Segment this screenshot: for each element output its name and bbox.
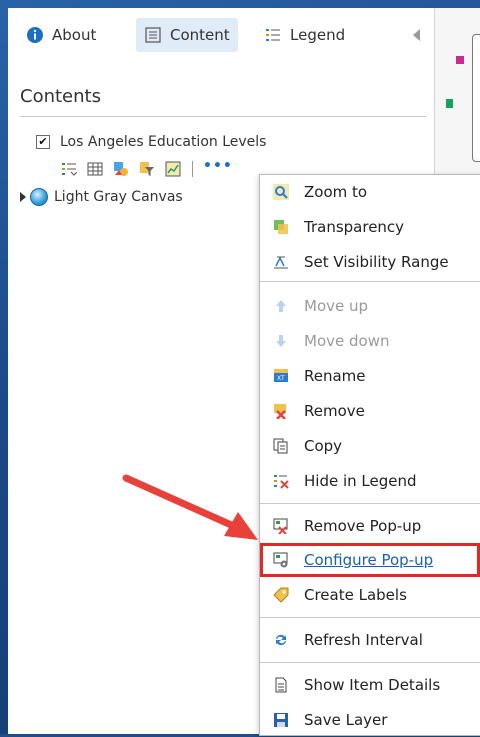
menu-item-label: Zoom to (304, 183, 368, 201)
rename-icon: XT (272, 367, 290, 385)
tab-legend[interactable]: Legend (264, 18, 345, 52)
map-feature (456, 56, 464, 64)
attribute-table-icon[interactable] (86, 160, 104, 178)
menu-item-label: Configure Pop-up (304, 551, 434, 569)
menu-item-zoom-to[interactable]: Zoom to (260, 175, 480, 209)
collapse-panel-icon[interactable] (413, 29, 420, 41)
menu-item-show-item-details[interactable]: Show Item Details (260, 668, 480, 702)
basemap-item[interactable]: Light Gray Canvas (20, 188, 183, 206)
layer-toolbar: ••• (60, 158, 233, 180)
menu-item-transparency[interactable]: Transparency (260, 210, 480, 244)
map-feature (446, 99, 453, 108)
menu-item-hide-in-legend[interactable]: Hide in Legend (260, 464, 480, 498)
filter-icon[interactable] (138, 160, 156, 178)
menu-item-label: Rename (304, 367, 366, 385)
menu-item-label: Hide in Legend (304, 472, 417, 490)
menu-separator (260, 662, 480, 663)
red-pointer-arrow-icon (122, 474, 258, 540)
configure-popup-icon (272, 551, 290, 569)
menu-item-label: Show Item Details (304, 676, 441, 694)
show-legend-icon[interactable] (60, 160, 78, 178)
legend-icon (264, 26, 282, 44)
transparency-icon (272, 218, 290, 236)
svg-text:XT: XT (277, 375, 285, 382)
menu-item-label: Move down (304, 332, 390, 350)
hide-in-legend-icon (272, 472, 290, 490)
menu-separator (260, 281, 480, 282)
refresh-icon (272, 631, 290, 649)
layer-context-menu: Zoom to Transparency Set Visibility Rang… (259, 174, 480, 736)
tab-legend-label: Legend (290, 26, 346, 44)
info-icon (26, 26, 44, 44)
menu-item-label: Save Layer (304, 711, 388, 729)
change-style-icon[interactable] (112, 160, 130, 178)
arrow-up-icon (272, 297, 290, 315)
globe-icon (30, 188, 48, 206)
map-popup-edge (472, 34, 480, 162)
menu-item-label: Remove (304, 402, 365, 420)
basemap-name[interactable]: Light Gray Canvas (54, 189, 183, 205)
menu-item-label: Refresh Interval (304, 631, 423, 649)
menu-item-move-up[interactable]: Move up (260, 289, 480, 323)
zoom-to-icon (272, 183, 290, 201)
menu-item-set-visibility-range[interactable]: Set Visibility Range (260, 245, 480, 279)
copy-icon (272, 437, 290, 455)
menu-item-label: Set Visibility Range (304, 253, 449, 271)
save-icon (272, 711, 290, 729)
expand-icon[interactable] (20, 192, 26, 202)
layer-name[interactable]: Los Angeles Education Levels (60, 134, 266, 150)
menu-item-label: Remove Pop-up (304, 517, 422, 535)
layer-item[interactable]: ✔ Los Angeles Education Levels (36, 134, 266, 150)
layer-visibility-checkbox[interactable]: ✔ (36, 135, 50, 149)
tab-content-label: Content (170, 26, 230, 44)
menu-item-rename[interactable]: XT Rename (260, 359, 480, 393)
menu-item-label: Create Labels (304, 586, 407, 604)
remove-popup-icon (272, 517, 290, 535)
menu-item-copy[interactable]: Copy (260, 429, 480, 463)
contents-heading: Contents (20, 86, 101, 107)
tab-content[interactable]: Content (136, 18, 238, 52)
content-list-icon (144, 26, 162, 44)
menu-item-create-labels[interactable]: Create Labels (260, 578, 480, 612)
item-details-icon (272, 676, 290, 694)
arrow-down-icon (272, 332, 290, 350)
toolbar-separator (192, 161, 193, 177)
contents-divider (20, 116, 426, 117)
menu-item-refresh-interval[interactable]: Refresh Interval (260, 623, 480, 657)
menu-item-configure-popup[interactable]: Configure Pop-up (260, 543, 480, 577)
create-labels-icon (272, 586, 290, 604)
perform-analysis-icon[interactable] (164, 160, 182, 178)
remove-icon (272, 402, 290, 420)
menu-item-remove[interactable]: Remove (260, 394, 480, 428)
menu-item-label: Move up (304, 297, 369, 315)
tab-about[interactable]: About (26, 18, 96, 52)
menu-item-move-down[interactable]: Move down (260, 324, 480, 358)
menu-item-save-layer[interactable]: Save Layer (260, 703, 480, 737)
menu-item-label: Transparency (304, 218, 405, 236)
visibility-range-icon (272, 253, 290, 271)
more-options-button[interactable]: ••• (203, 158, 233, 174)
menu-separator (260, 617, 480, 618)
menu-item-label: Copy (304, 437, 343, 455)
menu-separator (260, 503, 480, 504)
tab-about-label: About (52, 26, 97, 44)
menu-item-remove-popup[interactable]: Remove Pop-up (260, 509, 480, 543)
panel-tabs: About Content Legend (8, 8, 434, 68)
